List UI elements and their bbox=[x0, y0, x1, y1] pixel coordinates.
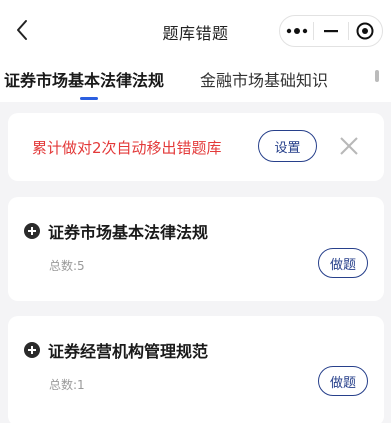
do-questions-button[interactable]: 做题 bbox=[318, 248, 368, 278]
settings-button[interactable]: 设置 bbox=[258, 130, 317, 162]
mini-program-capsule bbox=[279, 15, 383, 47]
notice-text: 累计做对2次自动移出错题库 bbox=[32, 139, 222, 157]
card-title: 证券市场基本法律法规 bbox=[48, 223, 209, 242]
do-questions-button[interactable]: 做题 bbox=[318, 366, 368, 396]
close-program-button[interactable] bbox=[349, 16, 382, 46]
card-header: 证券经营机构管理规范 bbox=[24, 338, 208, 362]
question-set-card: 证券经营机构管理规范 总数:1 做题 bbox=[8, 316, 384, 423]
card-header: 证券市场基本法律法规 bbox=[24, 219, 208, 243]
question-count: 总数:1 bbox=[49, 378, 85, 392]
tab-securities-law[interactable]: 证券市场基本法律法规 bbox=[4, 67, 164, 91]
page: 题库错题 证券市场基本法律法规 金融市场基础知识 累计做对2次自动移出错题库 设… bbox=[0, 0, 391, 423]
target-close-icon bbox=[356, 22, 374, 40]
active-tab-indicator bbox=[80, 97, 98, 100]
expand-plus-icon[interactable] bbox=[24, 342, 40, 358]
minimize-button[interactable] bbox=[314, 16, 347, 46]
more-dots-icon bbox=[286, 28, 307, 34]
question-set-card: 证券市场基本法律法规 总数:5 做题 bbox=[8, 197, 384, 301]
expand-plus-icon[interactable] bbox=[24, 223, 40, 239]
tab-overflow-indicator bbox=[375, 70, 379, 82]
plus-icon bbox=[28, 346, 36, 354]
close-icon bbox=[340, 137, 358, 155]
plus-icon bbox=[28, 227, 36, 235]
tab-financial-markets[interactable]: 金融市场基础知识 bbox=[200, 67, 328, 91]
subject-tabs: 证券市场基本法律法规 金融市场基础知识 bbox=[0, 60, 391, 102]
close-notice-button[interactable] bbox=[338, 135, 360, 157]
more-button[interactable] bbox=[280, 16, 313, 46]
auto-remove-notice: 累计做对2次自动移出错题库 设置 bbox=[8, 113, 384, 181]
nav-bar: 题库错题 bbox=[0, 0, 391, 60]
question-count: 总数:5 bbox=[49, 259, 85, 273]
card-title: 证券经营机构管理规范 bbox=[48, 342, 209, 361]
minimize-icon bbox=[323, 30, 338, 33]
